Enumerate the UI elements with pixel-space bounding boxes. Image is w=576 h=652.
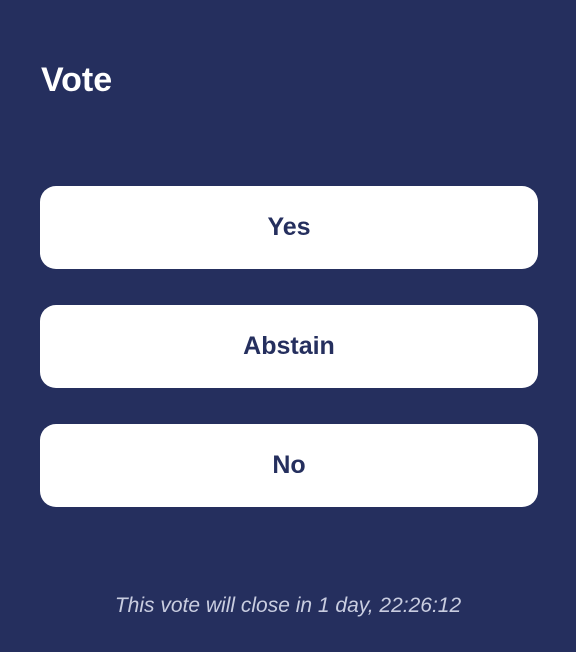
vote-no-button[interactable]: No: [40, 424, 538, 507]
vote-panel: Vote Yes Abstain No This vote will close…: [0, 0, 576, 652]
vote-closing-countdown: This vote will close in 1 day, 22:26:12: [114, 594, 462, 617]
page-title: Vote: [41, 61, 113, 99]
vote-options: Yes Abstain No: [40, 186, 538, 543]
vote-abstain-button[interactable]: Abstain: [40, 305, 538, 388]
vote-yes-button[interactable]: Yes: [40, 186, 538, 269]
